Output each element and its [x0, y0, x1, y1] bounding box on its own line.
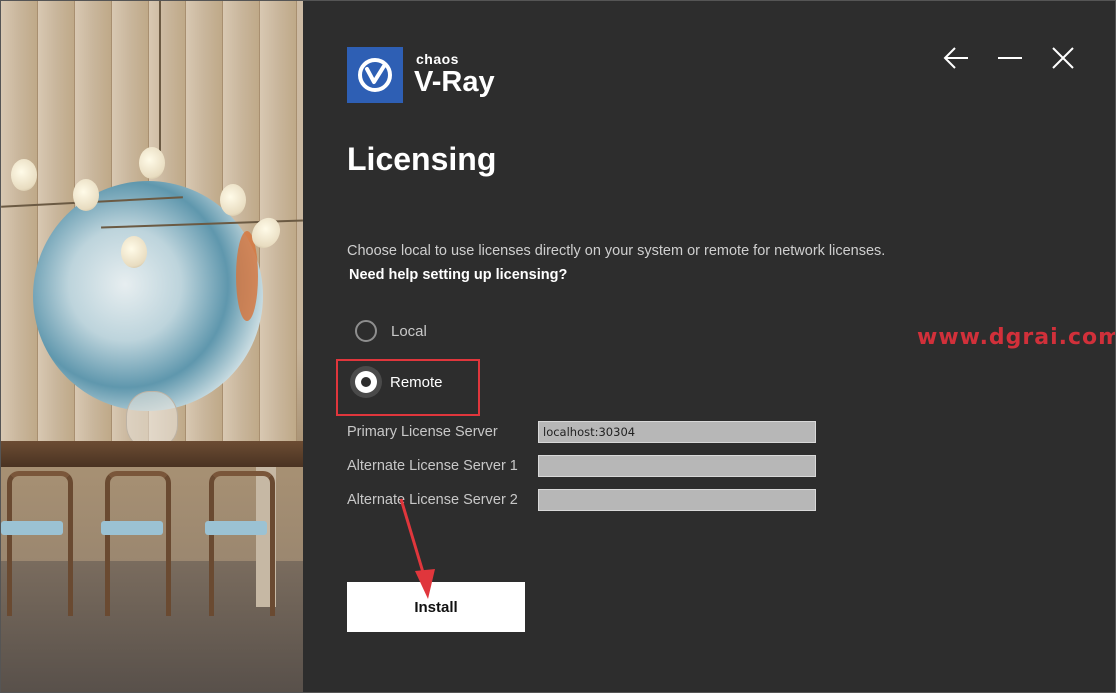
radio-remote[interactable]: Remote: [350, 366, 443, 398]
brand-product: V-Ray: [414, 66, 495, 98]
watermark-text: www.dgrai.com: [917, 325, 1116, 350]
interior-photo: [1, 1, 303, 692]
page-title: Licensing: [347, 141, 497, 177]
radio-unchecked-icon[interactable]: [355, 320, 377, 342]
radio-remote-label: Remote: [390, 373, 443, 391]
back-button[interactable]: [939, 41, 973, 75]
alternate-server-2-input[interactable]: [538, 489, 816, 511]
licensing-help-link[interactable]: Need help setting up licensing?: [349, 267, 567, 283]
licensing-description: Choose local to use licenses directly on…: [347, 243, 886, 259]
primary-server-input[interactable]: [538, 421, 816, 443]
vray-logo-icon: [347, 47, 403, 103]
close-button[interactable]: [1046, 41, 1080, 75]
radio-local-label: Local: [391, 322, 427, 340]
installer-panel: chaos V-Ray Licensing Choose local to us…: [303, 1, 1116, 692]
install-button[interactable]: Install: [347, 582, 525, 632]
close-icon: [1052, 47, 1074, 69]
arrow-left-icon: [943, 47, 968, 69]
brand-company: chaos: [416, 51, 459, 67]
minimize-button[interactable]: [993, 41, 1027, 75]
alternate-server-1-input[interactable]: [538, 455, 816, 477]
alternate-server-2-label: Alternate License Server 2: [347, 492, 518, 508]
installer-window: chaos V-Ray Licensing Choose local to us…: [0, 0, 1116, 693]
radio-checked-icon[interactable]: [350, 366, 382, 398]
radio-local[interactable]: Local: [355, 320, 427, 342]
minimize-icon: [998, 57, 1022, 59]
primary-server-label: Primary License Server: [347, 424, 498, 440]
alternate-server-1-label: Alternate License Server 1: [347, 458, 518, 474]
